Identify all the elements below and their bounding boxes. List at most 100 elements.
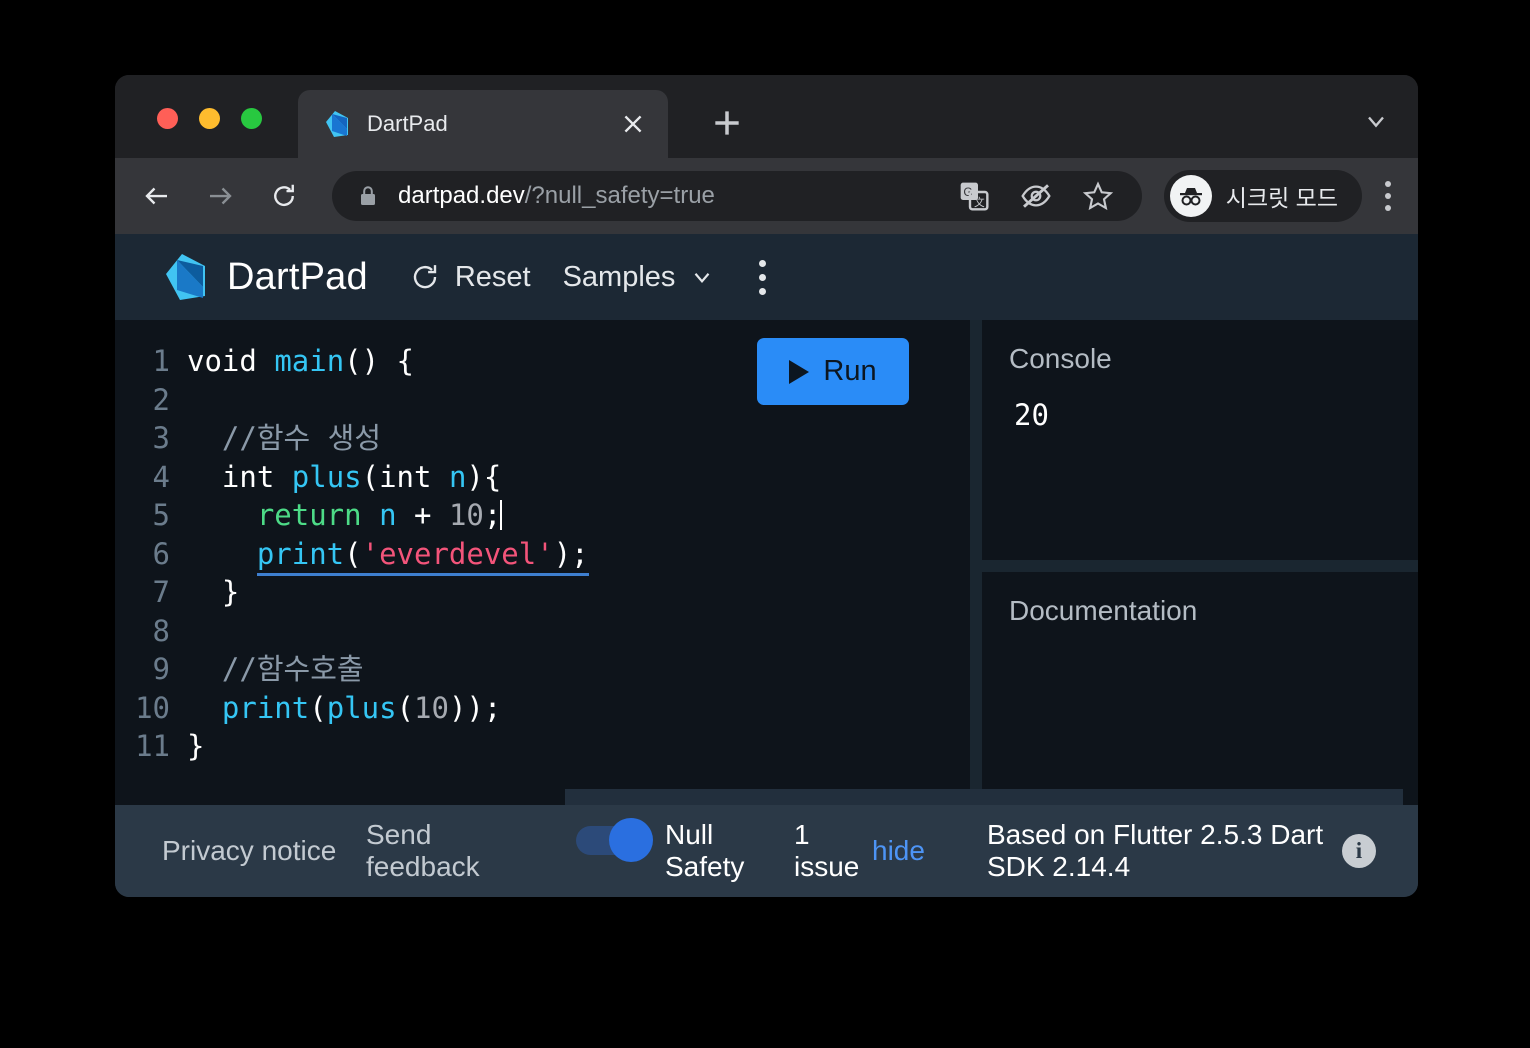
line-number: 6: [152, 536, 170, 571]
code-text[interactable]: int plus(int n){: [170, 458, 501, 497]
url-path: /?null_safety=true: [524, 182, 715, 209]
new-tab-icon[interactable]: [707, 103, 747, 143]
code-token: plus: [291, 459, 362, 494]
maximize-window-button[interactable]: [241, 108, 262, 129]
reset-label: Reset: [454, 260, 531, 293]
code-token: (: [396, 690, 415, 725]
run-button[interactable]: Run: [757, 338, 909, 405]
dartpad-header: DartPad Reset Samples: [115, 234, 1418, 320]
browser-tab[interactable]: DartPad: [298, 90, 668, 158]
samples-dropdown[interactable]: Samples: [563, 261, 716, 294]
code-text[interactable]: //함수호출: [170, 650, 364, 689]
code-text[interactable]: void main() {: [170, 342, 414, 381]
line-number: 3: [152, 421, 170, 455]
code-token: plus: [326, 690, 397, 725]
code-text[interactable]: }: [170, 573, 239, 612]
run-label: Run: [823, 355, 877, 387]
omnibox-actions: G 文: [958, 180, 1142, 212]
code-line[interactable]: 5 return n + 10;: [115, 496, 970, 535]
code-text[interactable]: [170, 381, 187, 420]
code-token: 'everdevel': [361, 536, 554, 576]
code-token: );: [553, 536, 589, 576]
minimize-window-button[interactable]: [199, 108, 220, 129]
documentation-panel: Documentation: [982, 572, 1418, 805]
reset-button[interactable]: Reset: [410, 261, 531, 294]
code-editor[interactable]: 1 void main() {2 3 //함수 생성 4 int plus(int n…: [115, 320, 970, 805]
browser-tab-title: DartPad: [367, 111, 448, 136]
hide-eye-icon[interactable]: [1020, 180, 1052, 212]
reset-refresh-icon: [413, 265, 437, 289]
code-line[interactable]: 6 print('everdevel');: [115, 535, 970, 576]
chrome-menu-icon[interactable]: [1384, 181, 1392, 211]
code-text[interactable]: return n + 10;: [170, 496, 503, 535]
code-token: //함수 생성: [187, 421, 382, 455]
dartpad-application: DartPad Reset Samples 1 void main() {2 …: [115, 234, 1418, 897]
incognito-label: 시크릿 모드: [1225, 185, 1338, 211]
panel-divider[interactable]: [982, 560, 1418, 572]
code-token: print: [256, 536, 345, 576]
code-token: (: [361, 459, 380, 494]
url-host: dartpad.dev: [398, 182, 525, 209]
code-token: n: [379, 498, 397, 532]
code-text[interactable]: }: [170, 727, 204, 766]
back-arrow-icon[interactable]: [142, 181, 172, 211]
bookmark-star-icon[interactable]: [1082, 180, 1114, 212]
window-traffic-lights: [157, 108, 262, 129]
console-panel: Console 20: [982, 320, 1418, 560]
close-tab-icon[interactable]: [620, 111, 646, 137]
hide-issues-link[interactable]: hide: [872, 835, 925, 867]
tab-list-chevron-down-icon[interactable]: [1362, 107, 1390, 135]
code-line[interactable]: 3 //함수 생성: [115, 419, 970, 458]
pane-splitter[interactable]: [970, 320, 982, 805]
dartpad-body: 1 void main() {2 3 //함수 생성 4 int plus(int n…: [115, 320, 1418, 805]
toggle-knob: [609, 818, 653, 862]
documentation-title: Documentation: [1009, 595, 1198, 626]
dart-logo-icon: [326, 111, 348, 137]
line-number: 2: [152, 382, 170, 417]
dartpad-footer: Privacy notice Send feedback Null Safety…: [115, 805, 1418, 897]
line-number: 7: [152, 575, 170, 609]
code-text[interactable]: //함수 생성: [170, 419, 381, 458]
code-token: (: [309, 690, 327, 725]
send-feedback-link[interactable]: Send feedback: [366, 819, 480, 883]
code-token: () {: [344, 344, 414, 378]
svg-text:文: 文: [974, 196, 985, 209]
code-line[interactable]: 11}: [115, 727, 970, 766]
code-text[interactable]: print('everdevel');: [170, 535, 589, 576]
browser-tab-strip: DartPad: [115, 75, 1418, 158]
text-caret: [500, 500, 503, 530]
code-token: ;: [483, 498, 502, 532]
dartpad-overflow-menu-icon[interactable]: [759, 259, 767, 295]
browser-toolbar: dartpad.dev/?null_safety=true G 文 시크릿 모드: [115, 158, 1418, 234]
code-token: }: [187, 729, 205, 763]
code-line[interactable]: 4 int plus(int n){: [115, 458, 970, 497]
lock-icon: [361, 186, 375, 205]
code-line[interactable]: 10 print(plus(10));: [115, 689, 970, 728]
close-window-button[interactable]: [157, 108, 178, 129]
null-safety-toggle-group[interactable]: Null Safety: [576, 818, 766, 883]
line-number: 1: [152, 344, 170, 378]
incognito-mode-chip[interactable]: 시크릿 모드: [1163, 170, 1362, 222]
translate-icon[interactable]: G 文: [958, 180, 990, 212]
forward-arrow-icon[interactable]: [205, 181, 235, 211]
code-line[interactable]: 7 }: [115, 573, 970, 612]
code-line[interactable]: 8: [115, 612, 970, 651]
code-token: ));: [448, 690, 502, 725]
code-token: n: [448, 459, 467, 494]
address-bar[interactable]: dartpad.dev/?null_safety=true G 文: [332, 171, 1142, 221]
code-token: 10: [448, 498, 484, 532]
code-lines[interactable]: 1 void main() {2 3 //함수 생성 4 int plus(int n…: [115, 342, 970, 766]
chevron-down-icon: [695, 273, 710, 283]
code-text[interactable]: print(plus(10));: [170, 689, 501, 728]
info-circle-icon[interactable]: i: [1342, 834, 1376, 868]
reload-icon[interactable]: [269, 181, 299, 211]
code-text[interactable]: [170, 612, 187, 651]
code-line[interactable]: 9 //함수호출: [115, 650, 970, 689]
privacy-notice-link[interactable]: Privacy notice: [162, 835, 342, 867]
null-safety-toggle[interactable]: [576, 818, 653, 862]
